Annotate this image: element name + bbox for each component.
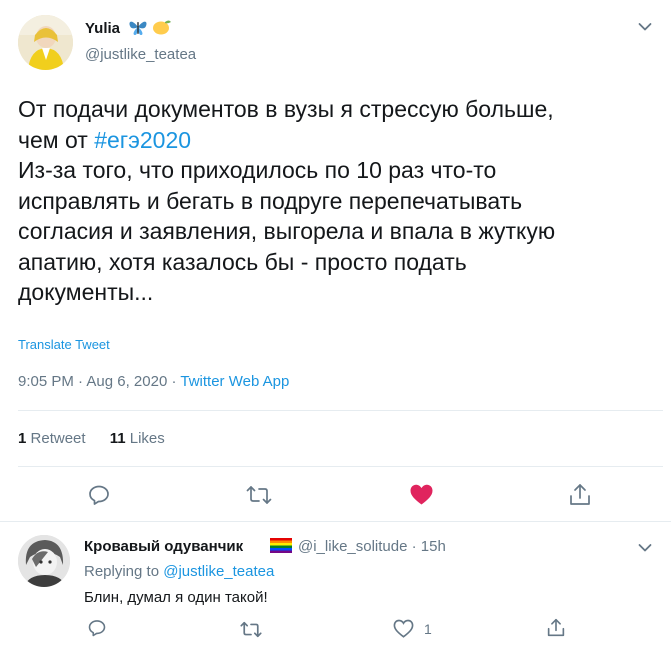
tweet-text-line: апатию, хотя казалось бы - просто подать xyxy=(18,248,467,275)
reply-text: Блин, думал я один такой! xyxy=(84,589,268,606)
tweet-time[interactable]: 9:05 PM xyxy=(18,373,74,390)
heart-icon[interactable] xyxy=(409,483,434,506)
divider xyxy=(18,410,663,411)
main-tweet: Yulia @justlike_teatea От подачи докумен… xyxy=(0,0,671,521)
tweet-page: Yulia @justlike_teatea От подачи докумен… xyxy=(0,0,671,649)
rainbow-flag-icon xyxy=(270,538,292,553)
author-name[interactable]: Yulia xyxy=(85,20,120,37)
translate-tweet-link[interactable]: Translate Tweet xyxy=(18,337,110,352)
replying-to: Replying to @justlike_teatea xyxy=(84,563,274,580)
replying-to-prefix: Replying to xyxy=(84,563,164,580)
tweet-text-line: согласия и заявления, выгорела и впала в… xyxy=(18,218,556,244)
tweet-source-link[interactable]: Twitter Web App xyxy=(180,373,289,390)
retweet-icon[interactable] xyxy=(246,484,272,506)
tweet-text-line: Из-за того, что приходилось по 10 раз чт… xyxy=(18,157,497,183)
author-handle[interactable]: @justlike_teatea xyxy=(85,46,196,63)
tweet-text-line: документы... xyxy=(18,279,154,305)
reply-author-avatar[interactable] xyxy=(18,535,70,587)
butterfly-icon xyxy=(129,21,147,35)
likes-count: 11 xyxy=(109,430,126,447)
tweet-stats: 1 Retweet 11 Likes xyxy=(18,430,185,447)
tweet-text-fragment: чем от xyxy=(18,126,95,153)
tweet-text-line: исправлять и бегать в подруге перепечаты… xyxy=(18,187,523,214)
separator: · xyxy=(78,373,84,390)
retweets-label: Retweet xyxy=(30,430,86,447)
retweets-count: 1 xyxy=(18,430,27,447)
chevron-down-icon[interactable] xyxy=(638,543,652,553)
likes-stat[interactable]: 11 Likes xyxy=(110,430,165,447)
hashtag-link[interactable]: #егэ2020 xyxy=(94,127,191,153)
divider xyxy=(0,521,671,522)
reply-handle-line: @i_like_solitude · 15h xyxy=(298,538,446,555)
divider xyxy=(18,466,663,467)
lemon-icon xyxy=(153,20,171,35)
reply-like-count: 1 xyxy=(424,621,432,637)
replying-to-handle[interactable]: @justlike_teatea xyxy=(163,563,274,580)
heart-icon[interactable] xyxy=(393,619,414,638)
likes-label: Likes xyxy=(129,430,165,447)
share-icon[interactable] xyxy=(547,617,565,638)
tweet-text-line: От подачи документов в вузы я стрессую б… xyxy=(18,96,554,122)
retweet-icon[interactable] xyxy=(240,620,262,639)
reply-icon[interactable] xyxy=(87,483,111,507)
author-avatar[interactable] xyxy=(18,15,73,70)
chevron-down-icon[interactable] xyxy=(638,22,652,32)
reply-icon[interactable] xyxy=(87,618,107,638)
butterfly-lemon-emoji xyxy=(129,20,171,35)
tweet-text-line: чем от #егэ2020 xyxy=(18,125,658,156)
tweet-metadata: 9:05 PM · Aug 6, 2020 · Twitter Web App xyxy=(18,373,289,390)
separator: · xyxy=(411,538,417,555)
tweet-date[interactable]: Aug 6, 2020 xyxy=(86,373,167,390)
separator: · xyxy=(171,373,177,390)
retweets-stat[interactable]: 1 Retweet xyxy=(18,430,86,447)
tweet-text: От подачи документов в вузы я стрессую б… xyxy=(18,94,658,308)
reply-author-handle[interactable]: @i_like_solitude xyxy=(298,538,407,555)
reply-author-name[interactable]: Кровавый одуванчик xyxy=(84,538,243,555)
share-icon[interactable] xyxy=(569,482,591,507)
reply-time[interactable]: 15h xyxy=(421,538,446,555)
